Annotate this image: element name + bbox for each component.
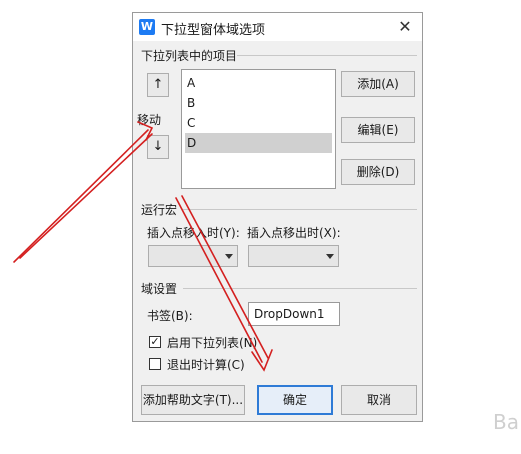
dropdown-form-field-options-dialog: W 下拉型窗体域选项 ✕ 下拉列表中的项目 ↑ 移动 ↓ A B C D 添加(…: [132, 12, 423, 422]
items-section-label: 下拉列表中的项目: [141, 49, 238, 63]
items-section-divider: [237, 55, 417, 56]
macro-section-label: 运行宏: [141, 203, 178, 217]
move-down-button[interactable]: ↓: [147, 135, 169, 159]
entry-macro-label: 插入点移入时(Y):: [147, 226, 240, 240]
add-help-text-button[interactable]: 添加帮助文字(T)...: [141, 385, 245, 415]
calc-on-exit-label: 退出时计算(C): [167, 358, 245, 372]
wps-writer-icon: W: [139, 19, 155, 35]
chevron-down-icon: [225, 254, 233, 259]
calc-on-exit-checkbox[interactable]: [149, 358, 161, 370]
cancel-button[interactable]: 取消: [341, 385, 417, 415]
exit-macro-select[interactable]: [248, 245, 339, 267]
delete-item-button[interactable]: 删除(D): [341, 159, 415, 185]
list-item[interactable]: C: [185, 113, 332, 133]
dialog-title: 下拉型窗体域选项: [161, 23, 266, 38]
field-settings-divider: [183, 288, 417, 289]
enable-dropdown-label: 启用下拉列表(N): [167, 336, 258, 350]
watermark: Ba: [493, 410, 519, 434]
macro-section-divider: [183, 209, 417, 210]
add-item-button[interactable]: 添加(A): [341, 71, 415, 97]
move-up-button[interactable]: ↑: [147, 73, 169, 97]
annotation-arrow-line: [13, 129, 149, 263]
bookmark-input[interactable]: DropDown1: [248, 302, 340, 326]
list-item-selected[interactable]: D: [185, 133, 332, 153]
field-settings-section-label: 域设置: [141, 282, 178, 296]
close-icon[interactable]: ✕: [394, 16, 416, 38]
title-bar: W 下拉型窗体域选项 ✕: [133, 13, 422, 41]
move-label: 移动: [137, 113, 162, 127]
entry-macro-select[interactable]: [148, 245, 238, 267]
list-item[interactable]: A: [185, 73, 332, 93]
edit-item-button[interactable]: 编辑(E): [341, 117, 415, 143]
enable-dropdown-checkbox[interactable]: ✓: [149, 336, 161, 348]
exit-macro-label: 插入点移出时(X):: [247, 226, 341, 240]
list-item[interactable]: B: [185, 93, 332, 113]
dropdown-items-list[interactable]: A B C D: [181, 69, 336, 189]
bookmark-label: 书签(B):: [147, 309, 193, 323]
ok-button[interactable]: 确定: [257, 385, 333, 415]
chevron-down-icon: [326, 254, 334, 259]
